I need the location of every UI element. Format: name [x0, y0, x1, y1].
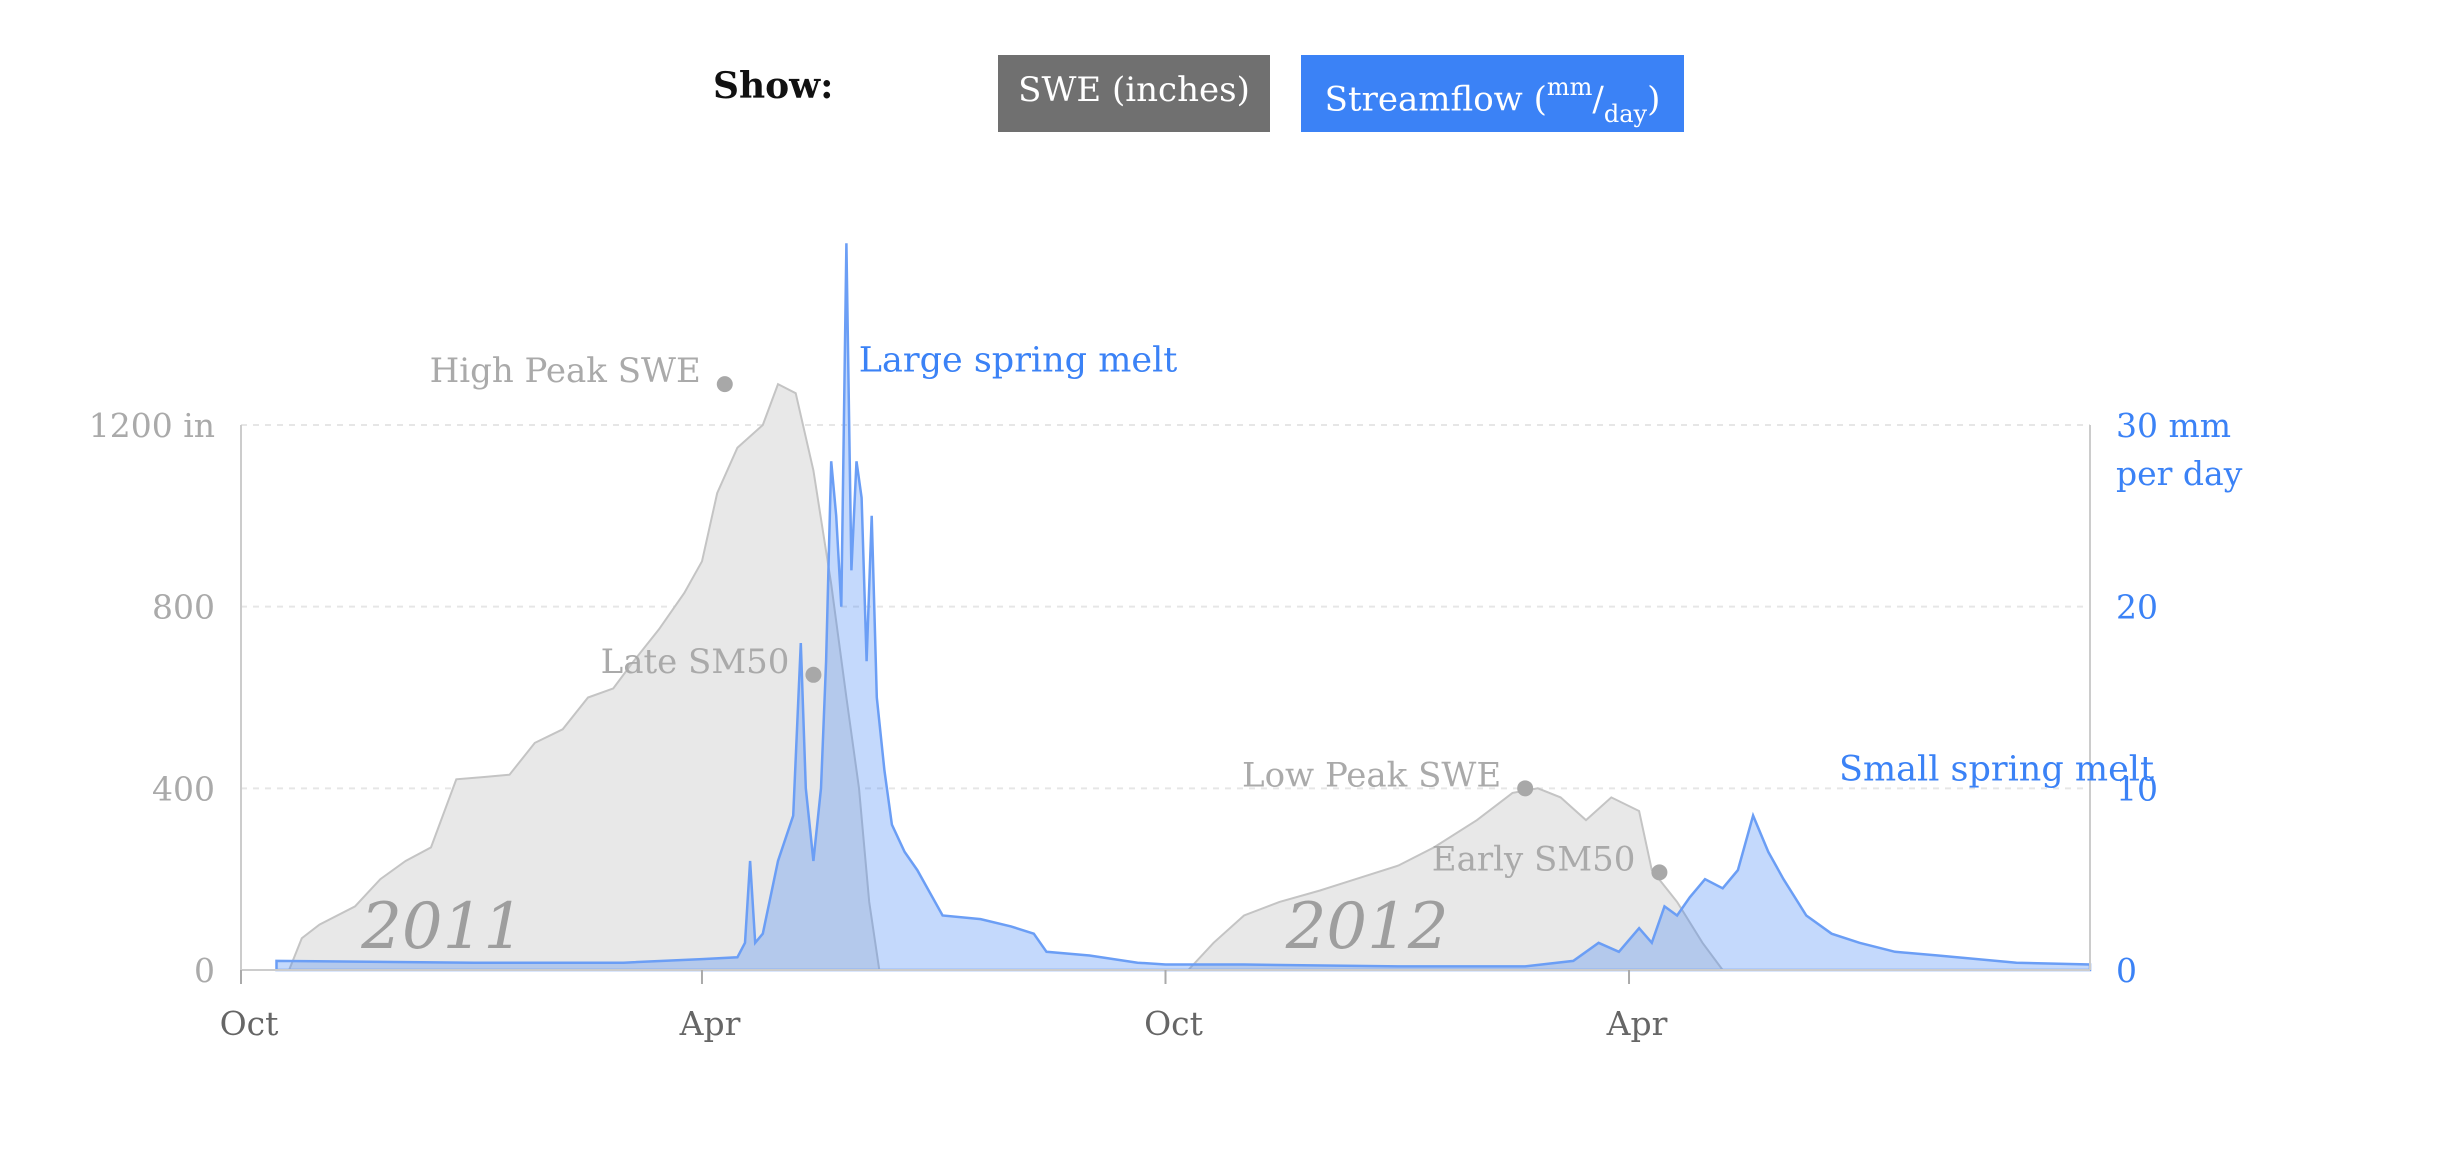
- annotation-label: High Peak SWE: [430, 351, 701, 391]
- y-right-tick-label: 20: [2116, 588, 2158, 627]
- y-left-tick-label: 1200 in: [89, 406, 215, 445]
- annotation-label: Late SM50: [601, 642, 790, 682]
- x-tick-label: Oct: [1144, 1004, 1203, 1043]
- x-tick-label: Apr: [1606, 1004, 1668, 1043]
- swe-series: [287, 382, 1725, 971]
- year-label: 2012: [1285, 890, 1449, 964]
- x-tick-label: Oct: [220, 1004, 279, 1043]
- x-tick-label: Apr: [679, 1004, 741, 1043]
- snowpack-streamflow-chart: 04008001200 in0102030 mmper dayOct Apr Oct…: [89, 243, 2243, 1043]
- y-right-unit-label: per day: [2116, 454, 2243, 493]
- swe-area: [287, 382, 1725, 971]
- year-label: 2011: [360, 890, 524, 964]
- annotation-marker: [1651, 864, 1668, 881]
- y-left-tick-label: 0: [194, 951, 215, 990]
- y-left-tick-label: 800: [152, 588, 215, 627]
- y-right-tick-label: 0: [2116, 951, 2137, 990]
- annotation-label: Small spring melt: [1839, 749, 2154, 789]
- annotation-label: Low Peak SWE: [1242, 755, 1501, 795]
- annotation-marker: [805, 666, 822, 683]
- annotation-marker: [716, 376, 733, 393]
- y-left-tick-label: 400: [152, 769, 215, 808]
- annotation-marker: [1517, 780, 1534, 797]
- y-right-tick-label: 30 mm: [2116, 406, 2231, 445]
- annotation-label: Early SM50: [1432, 839, 1636, 879]
- annotation-label: Large spring melt: [859, 341, 1178, 381]
- gridlines: [241, 424, 2090, 790]
